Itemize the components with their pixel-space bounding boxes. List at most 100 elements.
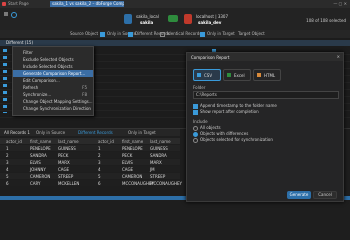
option-show-report[interactable]: Show report after completion bbox=[193, 109, 259, 115]
menu-item-sync-direction[interactable]: Change Synchronization Direction bbox=[13, 105, 93, 112]
identical-label: Identical Records bbox=[167, 31, 202, 36]
table-row[interactable]: 3 ELVIS MARX 3 ELVIS MARX bbox=[0, 159, 180, 165]
records-grid: actor_id first_name last_name actor_id f… bbox=[0, 138, 182, 196]
only-target-label: Only in Target bbox=[207, 31, 235, 36]
menu-item-exclude[interactable]: Exclude Selected Objects bbox=[13, 56, 93, 63]
comparison-report-dialog: Comparison Report × CSV Excel HTML Folde… bbox=[186, 52, 344, 202]
include-selected-radio[interactable] bbox=[193, 137, 198, 143]
cell-actor-id: 4 bbox=[6, 167, 9, 172]
menu-item-refresh[interactable]: Refresh F5 bbox=[13, 84, 93, 91]
col-target-actor-id[interactable]: actor_id bbox=[98, 139, 114, 144]
target-db-icon bbox=[184, 14, 192, 24]
tab-different-records[interactable]: Different Records bbox=[78, 130, 113, 135]
app-icon bbox=[2, 2, 6, 6]
filter-identical[interactable]: Identical Records bbox=[160, 31, 201, 37]
save-icon[interactable] bbox=[4, 12, 8, 16]
generate-button[interactable]: Generate bbox=[287, 191, 311, 199]
table-row[interactable]: 5 CAMERON STREEP 5 CAMERON STREEP bbox=[0, 173, 180, 179]
records-header: actor_id first_name last_name actor_id f… bbox=[0, 138, 180, 144]
col-first-name[interactable]: first_name bbox=[30, 139, 51, 144]
cell-target-actor-id: 6 bbox=[98, 181, 101, 186]
menu-item-include[interactable]: Include Selected Objects bbox=[13, 63, 93, 70]
include-selected[interactable]: Objects selected for synchronization bbox=[193, 137, 273, 143]
col-actor-id[interactable]: actor_id bbox=[6, 139, 22, 144]
csv-icon bbox=[197, 73, 201, 77]
format-html-button[interactable]: HTML bbox=[253, 69, 281, 81]
cancel-button[interactable]: Cancel bbox=[313, 191, 337, 199]
source-db-label: sakila_local bbox=[136, 14, 159, 19]
include-selected-label: Objects selected for synchronization bbox=[200, 137, 273, 142]
show-report-checkbox[interactable] bbox=[193, 109, 198, 115]
filter-source-object[interactable]: Source Object bbox=[70, 31, 98, 36]
include-all[interactable]: All objects bbox=[193, 125, 221, 131]
html-icon bbox=[257, 73, 261, 77]
only-target-checkbox[interactable] bbox=[200, 31, 205, 37]
cell-last-name: STREEP bbox=[58, 174, 74, 179]
target-host: localhost | 3307 bbox=[196, 14, 229, 19]
cell-actor-id: 5 bbox=[6, 174, 9, 179]
tab-start-page[interactable]: Start Page bbox=[8, 1, 29, 7]
filter-target-object[interactable]: Target Object bbox=[238, 31, 265, 36]
format-csv-button[interactable]: CSV bbox=[193, 69, 221, 81]
different-checkbox[interactable] bbox=[128, 31, 133, 37]
include-differences-label: Objects with differences bbox=[200, 131, 249, 136]
cell-last-name: MCKELLEN bbox=[58, 181, 80, 186]
compare-arrow-icon[interactable] bbox=[168, 15, 178, 22]
cell-target-last-name: MARX bbox=[150, 160, 162, 165]
cell-target-actor-id: 2 bbox=[98, 153, 101, 158]
timestamp-checkbox[interactable] bbox=[193, 103, 198, 109]
cell-target-last-name: MCCONAUGHEY bbox=[150, 181, 182, 186]
table-row[interactable]: 6 CARY MCKELLEN 6 MCCONAUGHEY MCCONAUGHEY bbox=[0, 180, 182, 186]
menu-item-filter[interactable]: Filter bbox=[13, 49, 93, 56]
context-menu: Filter Exclude Selected Objects Include … bbox=[12, 46, 94, 116]
identical-checkbox[interactable] bbox=[160, 31, 165, 37]
html-label: HTML bbox=[264, 73, 276, 78]
menu-item-generate-report[interactable]: Generate Comparison Report... bbox=[13, 70, 93, 77]
cell-target-actor-id: 1 bbox=[98, 146, 101, 151]
cell-first-name: PENELOPE bbox=[30, 146, 51, 151]
grid-checkboxes[interactable] bbox=[3, 49, 7, 113]
tab-all-records[interactable]: All Records 1 bbox=[4, 130, 30, 135]
tab-only-in-source[interactable]: Only in Source bbox=[36, 130, 65, 135]
tab-active-compare[interactable]: sakila_1 vs sakila_2 – dbForge Compare bbox=[50, 1, 124, 7]
format-excel-button[interactable]: Excel bbox=[223, 69, 251, 81]
source-name: sakila bbox=[140, 20, 154, 25]
include-all-radio[interactable] bbox=[193, 125, 198, 131]
table-row[interactable]: 2 SANDRA PECK 2 PECK SANDRA bbox=[0, 152, 180, 158]
option-timestamp[interactable]: Append timestamp to the folder name bbox=[193, 103, 277, 109]
timestamp-label: Append timestamp to the folder name bbox=[200, 103, 277, 108]
cell-target-actor-id: 3 bbox=[98, 160, 101, 165]
menu-item-object-mapping[interactable]: Change Object Mapping Settings... bbox=[13, 98, 93, 105]
table-row[interactable]: 1 PENELOPE GUINESS 1 PENELOPE GUINESS bbox=[0, 145, 180, 151]
tab-only-in-target[interactable]: Only in Target bbox=[128, 130, 156, 135]
include-differences-radio[interactable] bbox=[193, 131, 198, 137]
cell-target-actor-id: 4 bbox=[98, 167, 101, 172]
window-controls[interactable]: — ▢ ✕ bbox=[333, 1, 347, 6]
menu-item-label: Exclude Selected Objects bbox=[23, 57, 74, 62]
filter-only-in-target[interactable]: Only in Target bbox=[200, 31, 235, 37]
menu-item-synchronize[interactable]: Synchronize... F8 bbox=[13, 91, 93, 98]
cell-target-first-name: PECK bbox=[122, 153, 133, 158]
cell-target-first-name: CAMERON bbox=[122, 174, 143, 179]
cell-target-first-name: PENELOPE bbox=[122, 146, 143, 151]
dialog-close-button[interactable]: × bbox=[337, 54, 340, 59]
source-db-icon bbox=[124, 14, 132, 24]
cell-target-last-name: STREEP bbox=[150, 174, 166, 179]
cell-last-name: MARX bbox=[58, 160, 70, 165]
col-last-name[interactable]: last_name bbox=[58, 139, 79, 144]
cell-first-name: SANDRA bbox=[30, 153, 47, 158]
refresh-icon[interactable] bbox=[11, 12, 17, 18]
menu-shortcut: F5 bbox=[82, 85, 87, 90]
include-all-label: All objects bbox=[200, 125, 221, 130]
cell-target-actor-id: 5 bbox=[98, 174, 101, 179]
col-target-last-name[interactable]: last_name bbox=[150, 139, 171, 144]
include-differences[interactable]: Objects with differences bbox=[193, 131, 248, 137]
only-source-checkbox[interactable] bbox=[100, 31, 105, 37]
folder-input[interactable]: C:\Reports bbox=[193, 91, 339, 99]
menu-item-edit-comparison[interactable]: Edit Comparison... bbox=[13, 77, 93, 84]
table-row[interactable]: 4 JOHNNY CAGE 4 CAGE JM bbox=[0, 166, 180, 172]
col-target-first-name[interactable]: first_name bbox=[122, 139, 143, 144]
menu-item-label: Refresh bbox=[23, 85, 39, 90]
excel-icon bbox=[227, 73, 231, 77]
cell-first-name: CARY bbox=[30, 181, 41, 186]
